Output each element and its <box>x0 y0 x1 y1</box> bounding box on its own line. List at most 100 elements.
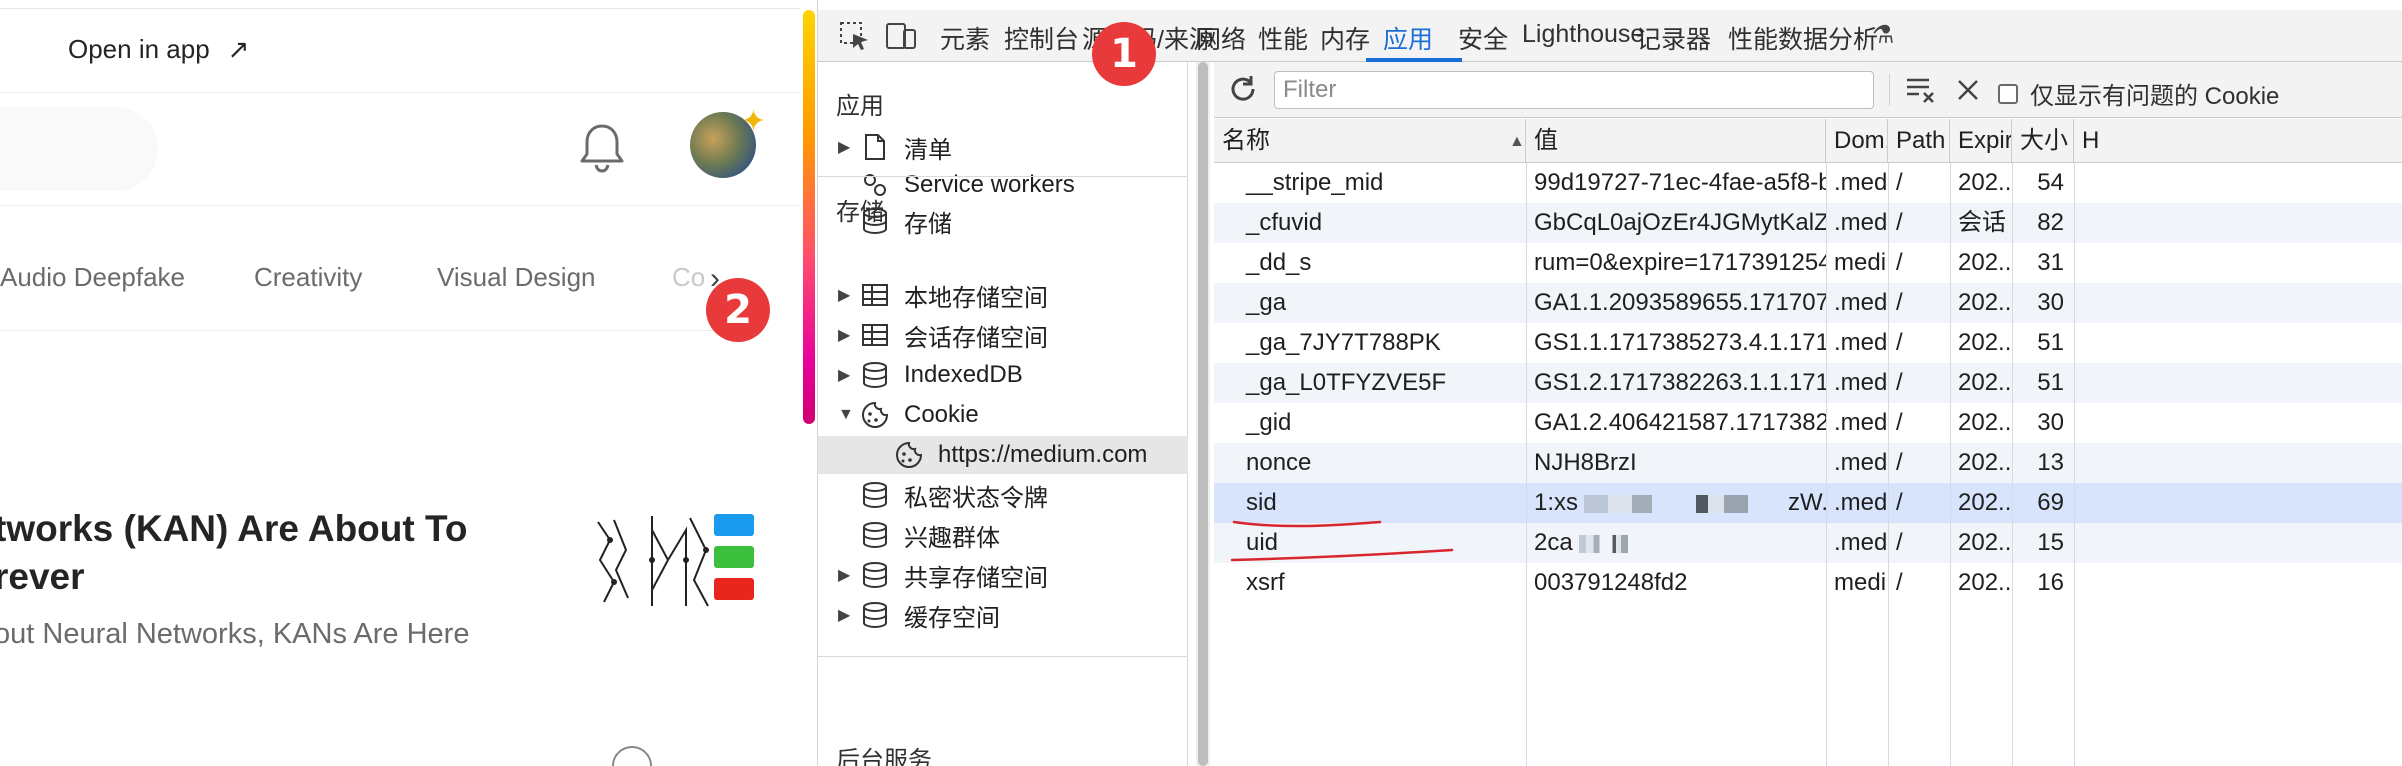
expand-arrow-icon[interactable]: ▶ <box>838 285 860 305</box>
table-row[interactable]: _ga GA1.1.2093589655.1717071742 .med... / 20… <box>1214 283 2402 323</box>
cell-expires: 202... <box>1950 323 2012 363</box>
table-row[interactable]: _cfuvid GbCqL0ajOzEr4JGMytKalZ78h0bYO....… <box>1214 203 2402 243</box>
topic-tab[interactable]: Visual Design <box>437 262 596 293</box>
sidebar-heading-application: 应用 <box>836 93 884 120</box>
column-header-expires[interactable]: Expir... <box>1950 119 2012 163</box>
cell-value: 003791248fd2 <box>1526 563 1826 603</box>
search-input[interactable] <box>0 107 158 191</box>
article-thumbnail[interactable] <box>590 510 754 610</box>
device-toolbar-icon[interactable] <box>884 20 918 52</box>
cell-value: 99d19727-71ec-4fae-a5f8-b6a1b57... <box>1526 163 1826 203</box>
expand-arrow-icon[interactable]: ▶ <box>838 565 860 585</box>
inspect-element-icon[interactable] <box>838 20 872 52</box>
column-header-label: 值 <box>1534 127 1558 154</box>
sidebar-item-interest-groups[interactable]: 兴趣群体 <box>860 516 1000 554</box>
sidebar-item-cookie-medium[interactable]: https://medium.com <box>818 436 1188 474</box>
cell-name: _ga_7JY7T788PK <box>1214 323 1526 363</box>
tab-security[interactable]: 安全 <box>1458 20 1508 56</box>
scrollbar-thumb[interactable] <box>1198 62 1208 766</box>
column-header-label: 名称 <box>1222 127 1270 154</box>
cell-expires-text: 202... <box>1958 289 2012 316</box>
clear-filtered-icon[interactable] <box>1904 74 1938 106</box>
article-subtitle: out Neural Networks, KANs Are Here <box>0 618 470 650</box>
topic-tab[interactable]: Co <box>672 262 705 293</box>
expand-arrow-icon[interactable]: ▶ <box>838 137 860 157</box>
refresh-icon[interactable] <box>1226 72 1260 106</box>
cell-value: GA1.2.406421587.1717382262 <box>1526 403 1826 443</box>
tab-console[interactable]: 控制台 <box>1004 20 1079 56</box>
column-header-httponly[interactable]: H <box>2074 119 2402 163</box>
table-icon <box>862 284 888 306</box>
column-header-name[interactable]: 名称 <box>1214 119 1526 163</box>
cell-name-text: _ga <box>1246 289 1287 316</box>
column-divider <box>1950 163 1951 766</box>
expand-arrow-icon[interactable]: ▶ <box>838 605 860 625</box>
tab-recorder[interactable]: 记录器 <box>1636 20 1711 56</box>
close-icon[interactable] <box>1952 74 1984 106</box>
notification-bell-icon[interactable] <box>578 122 626 174</box>
column-header-value[interactable]: 值 <box>1526 119 1826 163</box>
cell-path-text: / <box>1896 569 1903 596</box>
tab-network[interactable]: 网络 <box>1196 20 1246 56</box>
cell-path: / <box>1888 443 1950 483</box>
column-header-domain[interactable]: Dom... <box>1826 119 1888 163</box>
tab-elements[interactable]: 元素 <box>940 20 990 56</box>
cell-expires-text: 202... <box>1958 449 2012 476</box>
sidebar-item-private-state-tokens[interactable]: 私密状态令牌 <box>860 476 1048 514</box>
cell-value-text: 1:xs <box>1534 489 1579 516</box>
cell-expires: 202... <box>1950 523 2012 563</box>
database-icon <box>863 362 887 389</box>
database-icon <box>863 522 887 549</box>
only-issues-toggle[interactable]: 仅显示有问题的 Cookie <box>1998 76 2279 111</box>
sort-ascending-icon[interactable]: ▲ <box>1509 133 1525 151</box>
sidebar-scrollbar[interactable] <box>1196 62 1210 766</box>
table-row[interactable]: _ga_7JY7T788PK GS1.1.1717385273.4.1.17173… <box>1214 323 2402 363</box>
clap-icon[interactable] <box>612 746 652 766</box>
table-row[interactable]: nonce NJH8BrzI .med... / 202... 13 <box>1214 443 2402 483</box>
sidebar-item-indexeddb[interactable]: ▶ IndexedDB <box>838 356 1023 394</box>
sidebar-item-label: 私密状态令牌 <box>904 484 1048 512</box>
devtools-panel: 元素 控制台 源代码/来源 网络 性能 内存 应用 安全 Lighthouse … <box>706 0 2402 766</box>
table-row[interactable]: _ga_L0TFYZVE5F GS1.2.1717382263.1.1.17173… <box>1214 363 2402 403</box>
cell-domain: medi... <box>1826 563 1888 603</box>
cell-size: 51 <box>2012 323 2074 363</box>
sidebar-item-cookie[interactable]: ▼ Cookie <box>838 396 979 434</box>
tab-performance-insights[interactable]: 性能数据分析 <box>1728 20 1878 56</box>
expand-arrow-icon[interactable]: ▶ <box>838 365 860 385</box>
tab-application[interactable]: 应用 <box>1383 20 1433 56</box>
cell-value: GS1.1.1717385273.4.1.1717385525.0.... <box>1526 323 1826 363</box>
cell-expires: 202... <box>1950 483 2012 523</box>
flask-icon[interactable]: ⚗ <box>1872 20 1894 50</box>
sidebar-item-session-storage[interactable]: ▶ 会话存储空间 <box>838 316 1048 354</box>
sidebar-item-shared-storage[interactable]: ▶ 共享存储空间 <box>838 556 1048 594</box>
table-row[interactable]: _gid GA1.2.406421587.1717382262 .med... / 20… <box>1214 403 2402 443</box>
column-header-path[interactable]: Path <box>1888 119 1950 163</box>
cell-name: __stripe_mid <box>1214 163 1526 203</box>
sidebar-item-local-storage[interactable]: ▶ 本地存储空间 <box>838 276 1048 314</box>
tab-memory[interactable]: 内存 <box>1320 20 1370 56</box>
sidebar-item-manifest[interactable]: ▶ 清单 <box>838 128 952 166</box>
tab-performance[interactable]: 性能 <box>1258 20 1308 56</box>
filter-input[interactable] <box>1274 71 1874 109</box>
article-title[interactable]: tworks (KAN) Are About To rever <box>0 505 554 601</box>
avatar[interactable]: ✦ <box>690 105 766 178</box>
table-icon <box>862 324 888 346</box>
only-issues-checkbox[interactable] <box>1998 83 2018 104</box>
table-row[interactable]: __stripe_mid 99d19727-71ec-4fae-a5f8-b6a1… <box>1214 163 2402 203</box>
expand-arrow-icon[interactable]: ▶ <box>838 325 860 345</box>
cell-size-text: 15 <box>2037 529 2064 556</box>
sidebar-item-cache-storage[interactable]: ▶ 缓存空间 <box>838 596 1000 634</box>
cell-size: 30 <box>2012 403 2074 443</box>
cell-expires: 202... <box>1950 243 2012 283</box>
collapse-arrow-icon[interactable]: ▼ <box>838 406 860 424</box>
tab-lighthouse[interactable]: Lighthouse <box>1522 20 1644 49</box>
cell-domain: .med... <box>1826 403 1888 443</box>
cell-expires-text: 202... <box>1958 249 2012 276</box>
topic-tab[interactable]: Creativity <box>254 262 362 293</box>
open-in-app-link[interactable]: Open in app ↗ <box>68 34 249 65</box>
column-header-size[interactable]: 大小 <box>2012 119 2074 163</box>
sidebar-item-service-workers[interactable]: Service workers <box>860 166 1075 204</box>
topic-tab[interactable]: Audio Deepfake <box>0 262 185 293</box>
sidebar-heading-storage: 存储 <box>836 199 884 226</box>
table-row[interactable]: _dd_s rum=0&expire=1717391254902 medi... / 2… <box>1214 243 2402 283</box>
